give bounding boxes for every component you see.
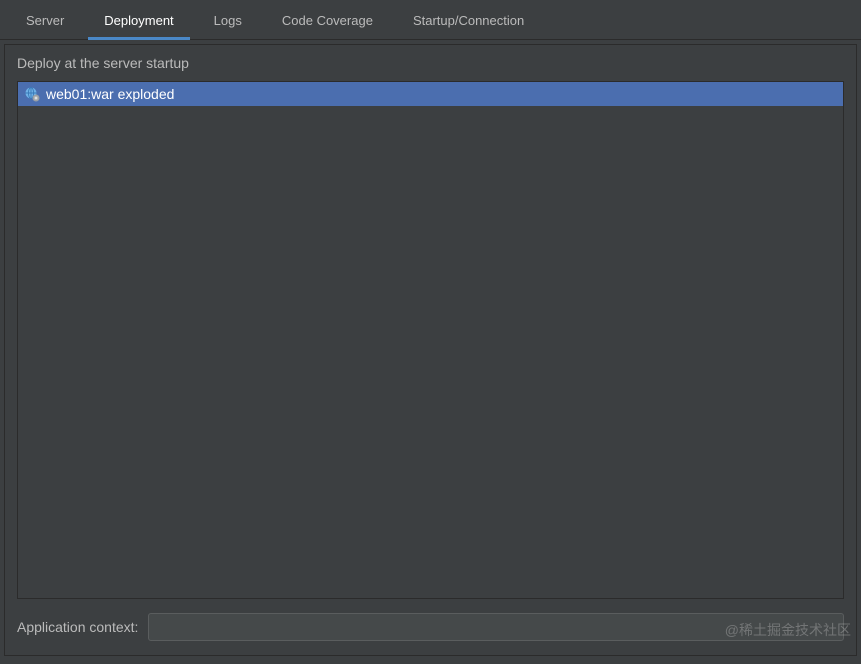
tab-server-label: Server: [26, 13, 64, 28]
tab-code-coverage[interactable]: Code Coverage: [266, 0, 389, 39]
list-item[interactable]: web01:war exploded: [18, 82, 843, 106]
tab-startup-connection-label: Startup/Connection: [413, 13, 524, 28]
application-context-label: Application context:: [17, 619, 138, 635]
tab-logs[interactable]: Logs: [198, 0, 258, 39]
tab-logs-label: Logs: [214, 13, 242, 28]
web-artifact-icon: [24, 86, 40, 102]
deployment-panel: Deploy at the server startup web01:war e…: [4, 44, 857, 656]
tab-server[interactable]: Server: [10, 0, 80, 39]
application-context-input[interactable]: [148, 613, 844, 641]
tab-bar: Server Deployment Logs Code Coverage Sta…: [0, 0, 861, 40]
tab-startup-connection[interactable]: Startup/Connection: [397, 0, 540, 39]
deploy-section-label: Deploy at the server startup: [17, 55, 844, 71]
tab-deployment[interactable]: Deployment: [88, 0, 189, 39]
tab-deployment-label: Deployment: [104, 13, 173, 28]
application-context-row: Application context:: [17, 613, 844, 641]
tab-code-coverage-label: Code Coverage: [282, 13, 373, 28]
artifact-list[interactable]: web01:war exploded: [17, 81, 844, 599]
artifact-item-label: web01:war exploded: [46, 86, 174, 102]
